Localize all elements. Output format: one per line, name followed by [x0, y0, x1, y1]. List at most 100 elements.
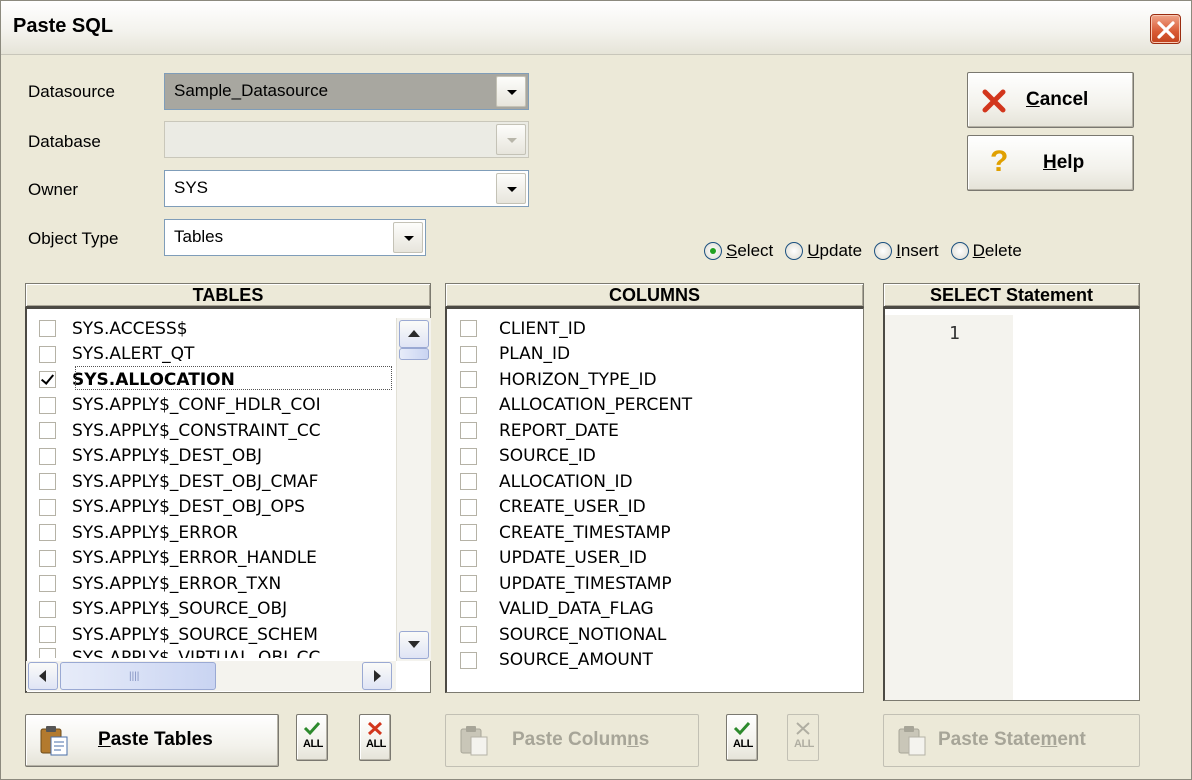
column-checkbox[interactable]: [460, 396, 477, 414]
table-list-item[interactable]: SYS.APPLY$_CONSTRAINT_CC: [39, 418, 321, 443]
tables-horizontal-scrollbar[interactable]: ||||: [26, 661, 396, 691]
table-checkbox[interactable]: [39, 524, 56, 541]
column-list-item[interactable]: UPDATE_TIMESTAMP: [460, 571, 672, 596]
paste-statement-button[interactable]: Paste Statement: [883, 714, 1140, 767]
check-all-tables-button[interactable]: ALL: [296, 714, 328, 761]
column-list-item[interactable]: CREATE_TIMESTAMP: [460, 520, 671, 545]
table-name: SYS.APPLY$_DEST_OBJ_CMAF: [72, 471, 319, 492]
datasource-dropdown-button[interactable]: [496, 76, 526, 107]
column-list-item[interactable]: ALLOCATION_PERCENT: [460, 393, 692, 418]
table-list-item[interactable]: SYS.APPLY$_ERROR_HANDLE: [39, 546, 317, 571]
column-checkbox[interactable]: [460, 549, 477, 567]
table-list-item[interactable]: SYS.APPLY$_DEST_OBJ: [39, 444, 262, 469]
table-list-item[interactable]: SYS.APPLY$_SOURCE_SCHEM: [39, 622, 318, 647]
column-list-item[interactable]: VALID_DATA_FLAG: [460, 597, 654, 622]
column-list-item[interactable]: CREATE_USER_ID: [460, 495, 646, 520]
scroll-right-button[interactable]: [362, 662, 392, 690]
column-list-item[interactable]: ALLOCATION_ID: [460, 469, 633, 494]
table-list-item[interactable]: SYS.APPLY$_DEST_OBJ_OPS: [39, 495, 305, 520]
table-list-item[interactable]: SYS.ACCESS$: [39, 316, 188, 341]
table-list-item[interactable]: SYS.APPLY$_SOURCE_OBJ: [39, 597, 287, 622]
paste-columns-mnemonic: n: [627, 729, 639, 750]
table-checkbox[interactable]: [39, 626, 56, 643]
column-list-item[interactable]: CLIENT_ID: [460, 316, 586, 341]
radio-update[interactable]: Update: [785, 238, 862, 264]
vertical-scroll-thumb[interactable]: [399, 348, 429, 360]
column-checkbox[interactable]: [460, 345, 477, 363]
scroll-left-button[interactable]: [28, 662, 58, 690]
table-list-item[interactable]: SYS.APPLY$_DEST_OBJ_CMAF: [39, 469, 318, 494]
column-list-item[interactable]: UPDATE_USER_ID: [460, 546, 647, 571]
help-question-icon: ?: [990, 145, 1009, 178]
column-name: CLIENT_ID: [499, 318, 586, 339]
table-list-item[interactable]: SYS.APPLY$_ERROR: [39, 520, 238, 545]
table-list-item[interactable]: SYS.APPLY$_CONF_HDLR_COI: [39, 393, 321, 418]
column-name: CREATE_TIMESTAMP: [499, 522, 671, 543]
uncheck-all-columns-button[interactable]: ALL: [787, 714, 819, 761]
table-checkbox[interactable]: [39, 447, 56, 465]
database-dropdown-button[interactable]: [496, 124, 526, 155]
chevron-down-icon: [507, 187, 517, 192]
owner-dropdown-button[interactable]: [496, 173, 526, 204]
column-list-item[interactable]: SOURCE_AMOUNT: [460, 648, 653, 673]
tables-vertical-scrollbar[interactable]: [396, 318, 431, 661]
column-checkbox[interactable]: [460, 320, 477, 337]
object-type-dropdown-button[interactable]: [393, 222, 423, 253]
table-checkbox[interactable]: [39, 345, 56, 363]
radio-indicator-selected: [704, 242, 722, 260]
paste-tables-button[interactable]: Paste Tables: [25, 714, 279, 767]
table-name: SYS.APPLY$_SOURCE_SCHEM: [72, 624, 318, 645]
check-all-columns-button[interactable]: ALL: [726, 714, 758, 761]
table-list-item[interactable]: SYS.APPLY$_ERROR_TXN: [39, 571, 281, 596]
database-combo[interactable]: [164, 121, 529, 158]
owner-combo[interactable]: SYS: [164, 170, 529, 207]
help-button[interactable]: ? Help: [967, 135, 1134, 191]
uncheck-all-icon: [367, 721, 383, 736]
object-type-combo[interactable]: Tables: [164, 219, 426, 256]
uncheck-all-tables-button[interactable]: ALL: [359, 714, 391, 761]
column-checkbox[interactable]: [460, 575, 477, 592]
scroll-up-button[interactable]: [399, 320, 429, 348]
table-checkbox[interactable]: [39, 498, 56, 516]
column-checkbox[interactable]: [460, 651, 477, 669]
column-list-item[interactable]: SOURCE_ID: [460, 444, 596, 469]
column-checkbox[interactable]: [460, 473, 477, 490]
column-list-item[interactable]: SOURCE_NOTIONAL: [460, 622, 666, 647]
column-checkbox[interactable]: [460, 371, 477, 388]
table-checkbox[interactable]: [39, 575, 56, 592]
line-number-gutter: [885, 315, 1013, 700]
scroll-down-button[interactable]: [399, 631, 429, 659]
paste-columns-button[interactable]: Paste Columns: [445, 714, 699, 767]
title-bar[interactable]: Paste SQL: [1, 1, 1191, 55]
column-checkbox[interactable]: [460, 447, 477, 465]
table-checkbox[interactable]: [39, 549, 56, 567]
table-checkbox[interactable]: [39, 371, 56, 388]
radio-insert[interactable]: Insert: [874, 238, 939, 264]
table-name: SYS.APPLY$_DEST_OBJ_OPS: [72, 497, 305, 517]
column-list-item[interactable]: PLAN_ID: [460, 342, 570, 367]
close-button[interactable]: [1150, 14, 1181, 44]
horizontal-scroll-thumb[interactable]: ||||: [60, 662, 216, 690]
radio-delete[interactable]: Delete: [950, 238, 1022, 264]
table-checkbox[interactable]: [39, 320, 56, 337]
column-list-item[interactable]: REPORT_DATE: [460, 418, 619, 443]
table-checkbox[interactable]: [39, 396, 56, 414]
table-checkbox[interactable]: [39, 473, 56, 490]
column-list-item[interactable]: HORIZON_TYPE_ID: [460, 367, 657, 392]
help-label-rest: elp: [1056, 152, 1085, 173]
column-checkbox[interactable]: [460, 524, 477, 541]
column-checkbox[interactable]: [460, 626, 477, 643]
cancel-button[interactable]: Cancel: [967, 72, 1134, 128]
help-mnemonic: H: [1043, 152, 1057, 173]
table-checkbox[interactable]: [39, 647, 56, 658]
table-checkbox[interactable]: [39, 422, 56, 439]
column-checkbox[interactable]: [460, 422, 477, 439]
table-checkbox[interactable]: [39, 600, 56, 618]
datasource-combo[interactable]: Sample_Datasource: [164, 73, 529, 110]
column-checkbox[interactable]: [460, 498, 477, 516]
table-list-item[interactable]: SYS.ALERT_QT: [39, 342, 194, 367]
table-list-item[interactable]: SYS.APPLY$_VIRTUAL_OBJ_CC: [39, 647, 320, 658]
chevron-down-icon: [507, 90, 517, 95]
column-checkbox[interactable]: [460, 600, 477, 618]
radio-select[interactable]: Select: [704, 238, 773, 264]
